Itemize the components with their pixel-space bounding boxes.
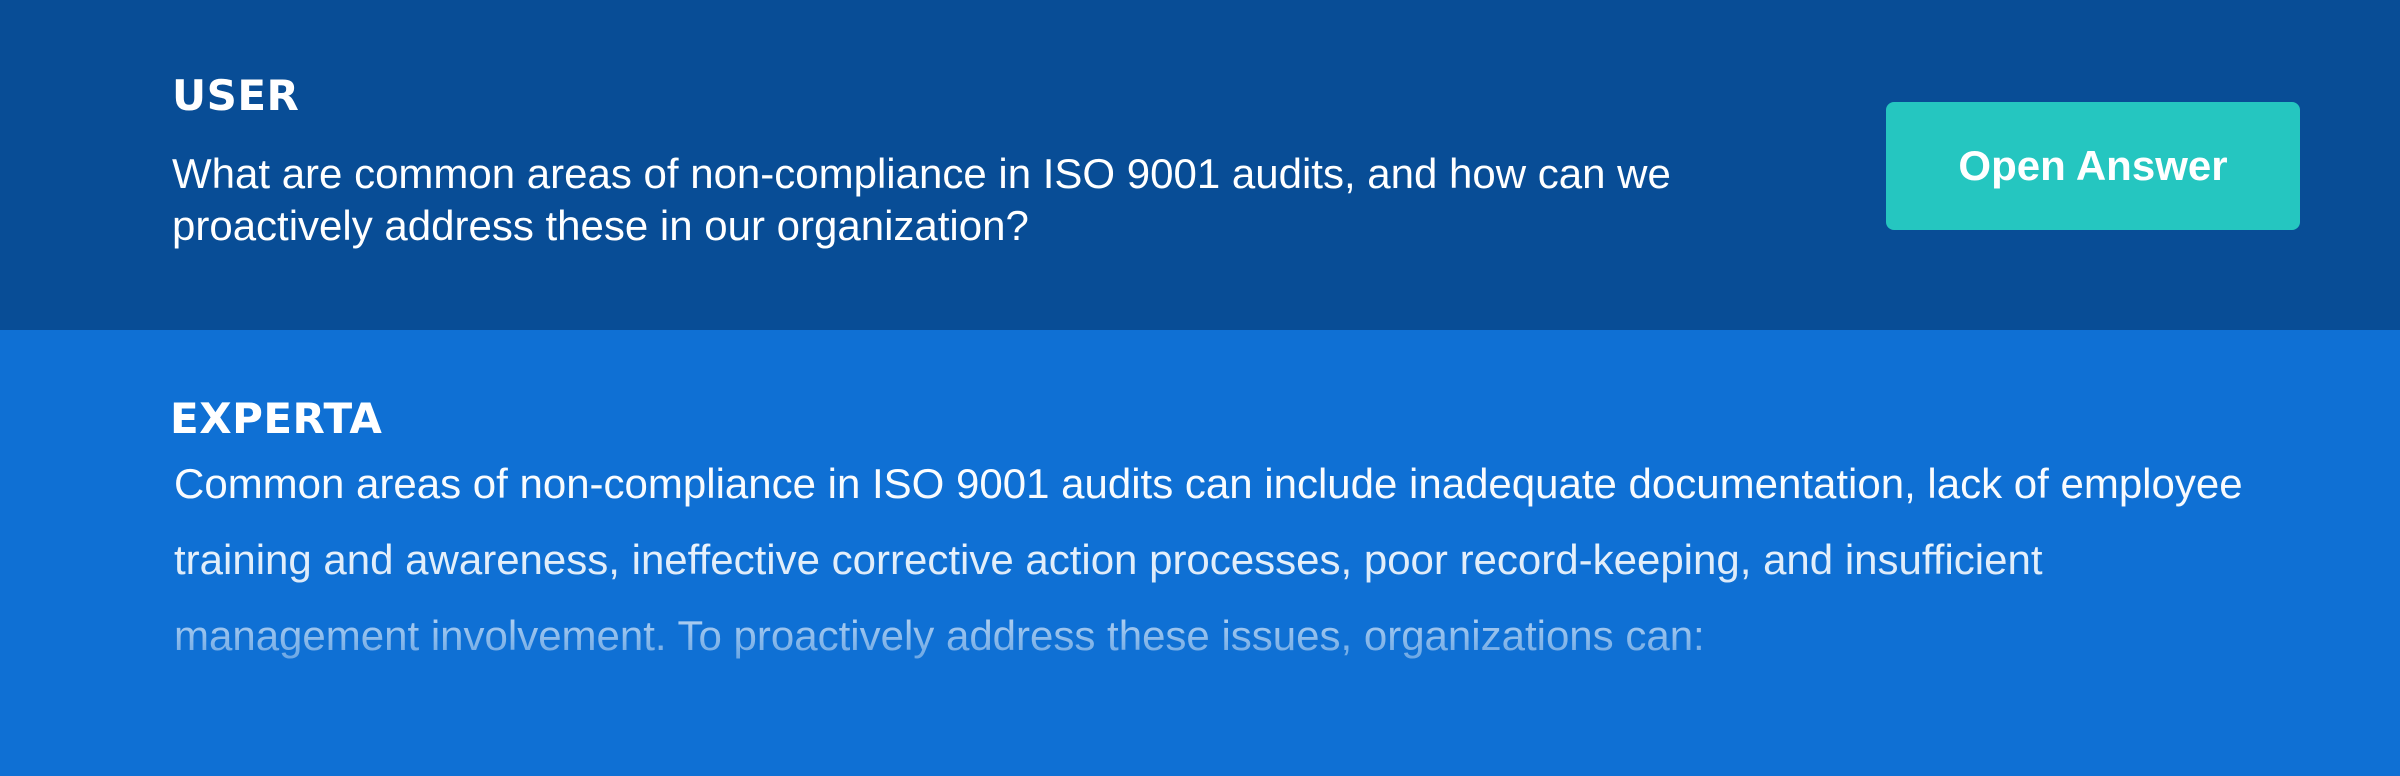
question-panel: USER What are common areas of non-compli… xyxy=(0,0,2400,330)
open-answer-button[interactable]: Open Answer xyxy=(1886,102,2300,230)
answer-panel: EXPERTA Common areas of non-compliance i… xyxy=(0,330,2400,776)
experta-role-label: EXPERTA xyxy=(170,394,383,443)
user-role-label: USER xyxy=(172,71,300,120)
question-text: What are common areas of non-compliance … xyxy=(172,150,1671,249)
answer-preview-text: Common areas of non-compliance in ISO 90… xyxy=(174,460,2243,659)
